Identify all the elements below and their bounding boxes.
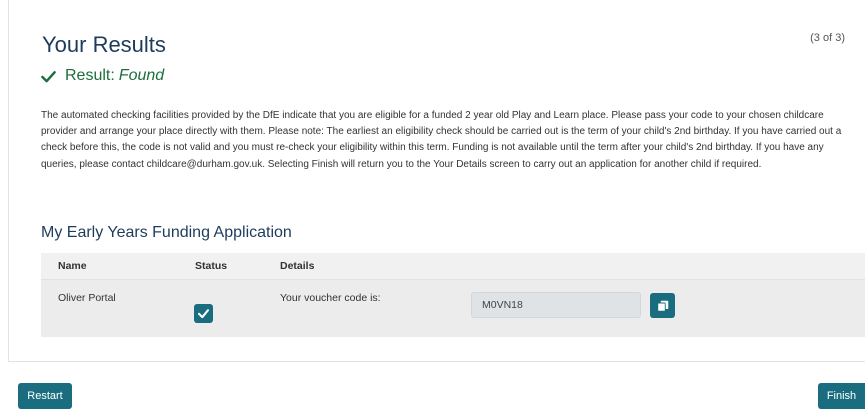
results-card: (3 of 3) Your Results Result: Found The …	[8, 0, 865, 362]
column-header-status: Status	[195, 260, 228, 272]
result-value: Found	[118, 67, 165, 84]
voucher-label: Your voucher code is:	[280, 292, 381, 304]
finish-button[interactable]: Finish	[818, 383, 865, 409]
step-indicator: (3 of 3)	[810, 32, 845, 44]
voucher-code-field[interactable]: M0VN18	[471, 292, 641, 318]
application-table: Name Status Details Oliver Portal Your v…	[41, 253, 865, 337]
checkmark-icon	[41, 70, 56, 82]
checkbox-checked-icon[interactable]	[194, 304, 213, 323]
table-row: Oliver Portal Your voucher code is: M0VN…	[41, 279, 865, 337]
eligibility-message: The automated checking facilities provid…	[41, 110, 842, 170]
copy-button[interactable]	[650, 293, 675, 318]
check-mark-icon	[197, 309, 210, 319]
copy-icon	[656, 300, 668, 312]
column-header-details: Details	[280, 260, 315, 272]
column-header-name: Name	[58, 260, 87, 272]
application-title: My Early Years Funding Application	[41, 224, 292, 241]
result-status: Result: Found	[41, 67, 164, 85]
child-name: Oliver Portal	[58, 292, 116, 304]
table-header: Name Status Details	[41, 253, 865, 279]
page-title: Your Results	[42, 32, 166, 57]
result-label: Result:	[65, 67, 115, 84]
restart-button[interactable]: Restart	[18, 383, 72, 409]
